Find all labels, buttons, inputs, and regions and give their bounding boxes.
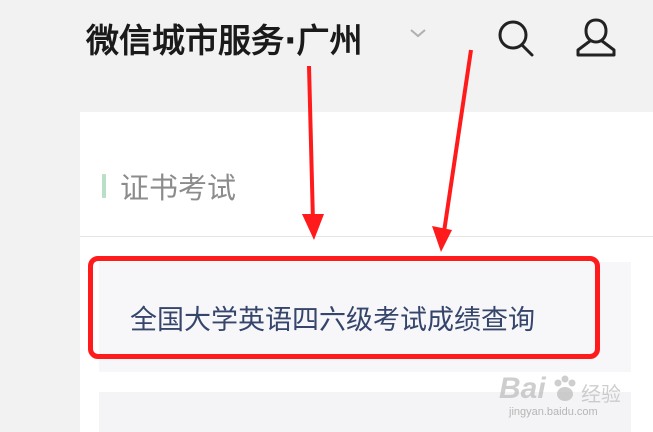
- search-icon[interactable]: [496, 18, 536, 58]
- section-title: 证书考试: [120, 171, 237, 205]
- user-icon[interactable]: [574, 16, 618, 60]
- section-accent-bar: [102, 174, 106, 198]
- chevron-down-icon[interactable]: [408, 26, 428, 40]
- divider: [80, 236, 653, 237]
- watermark: Bai 经验 jingyan.baidu.com: [499, 372, 639, 422]
- watermark-brand: Bai: [499, 372, 546, 405]
- paw-icon: [554, 375, 576, 401]
- watermark-brand-cn: 经验: [581, 382, 621, 406]
- highlight-box: [88, 256, 600, 359]
- top-header: 微信城市服务·广州: [0, 0, 653, 112]
- watermark-url: jingyan.baidu.com: [509, 406, 598, 418]
- city-service-title[interactable]: 微信城市服务·广州: [86, 14, 363, 62]
